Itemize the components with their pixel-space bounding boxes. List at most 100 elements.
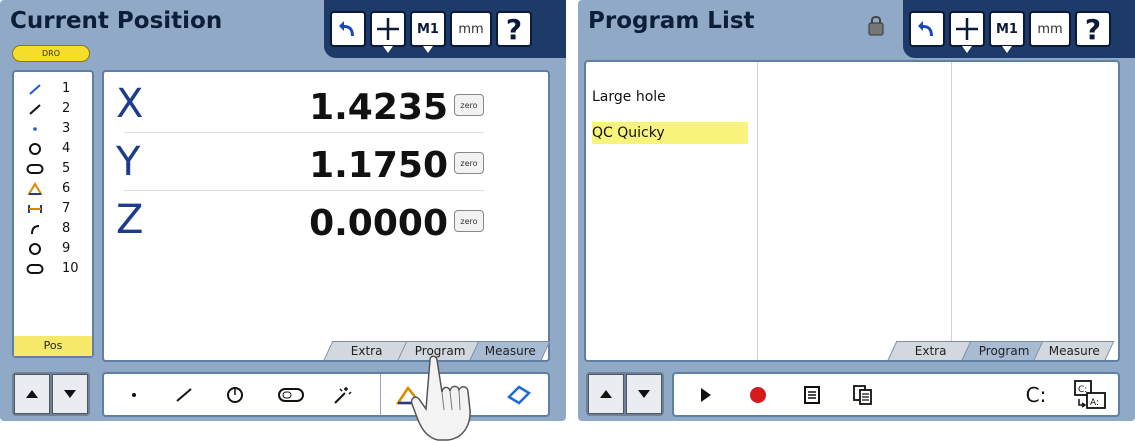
magnification-button[interactable]: M1 [410,11,446,53]
list-item[interactable]: 10 [14,260,94,277]
feature-number: 8 [62,221,71,236]
scroll-down-button[interactable] [52,374,88,414]
zero-label: zero [460,100,478,110]
tab-label: Measure [1048,344,1100,358]
axis-row-y: Y 1.1750 zero [104,138,504,188]
measure-rectangle-button[interactable] [504,375,534,415]
arrow-up-icon [26,390,38,398]
auto-measure-icon [334,386,352,404]
run-program-button[interactable] [694,375,718,415]
axis-letter: Z [116,197,144,243]
list-item[interactable]: 4 [14,140,94,157]
tab-extra[interactable]: Extra [323,341,411,360]
undo-button[interactable] [330,11,366,47]
undo-icon [339,21,354,36]
line-icon [176,387,192,402]
crosshair-icon [377,18,399,40]
pos-tab[interactable]: Pos [14,336,92,356]
units-label: mm [1037,21,1063,37]
program-list-screen: Program List M1 mm ? Large hole QC Quick… [578,0,1135,441]
tab-extra[interactable]: Extra [887,341,975,360]
list-item[interactable]: 6 [14,180,94,197]
caret-icon [383,46,393,53]
feature-number: 7 [62,201,71,216]
program-toolbar: C: C: A: [672,372,1120,417]
list-item[interactable]: 9 [14,240,94,257]
tab-measure[interactable]: Measure [1033,341,1115,360]
feature-number: 6 [62,181,71,196]
point-icon [26,122,44,136]
circle-icon [26,242,44,256]
list-item[interactable]: 1 [14,80,94,97]
list-item[interactable]: 5 [14,160,94,177]
scroll-up-button[interactable] [588,374,624,414]
feature-list[interactable]: 1 2 3 4 5 6 7 8 9 10 Pos [12,70,94,358]
feature-number: 9 [62,241,71,256]
zero-x-button[interactable]: zero [454,94,484,116]
angle-icon [26,181,44,196]
edit-program-button[interactable] [800,375,824,415]
svg-text:A:: A: [1090,398,1099,408]
list-item[interactable]: 2 [14,100,94,117]
list-item[interactable]: Large hole [592,86,748,108]
feature-number: 2 [62,101,71,116]
axis-value: 0.0000 [309,203,448,244]
axis-letter: Y [116,139,141,185]
auto-measure-button[interactable] [330,375,354,415]
axis-row-z: Z 0.0000 zero [104,196,504,246]
caret-icon [962,46,972,53]
magnification-label: M1 [996,21,1018,37]
feature-number: 10 [62,261,79,276]
measure-circle-button[interactable] [222,375,248,415]
dro-panel: X 1.4235 zero Y 1.1750 zero Z 0.0000 zer… [102,70,551,362]
scroll-down-button[interactable] [626,374,662,414]
program-list-panel: Large hole QC Quicky Extra Program Measu… [584,60,1120,362]
drive-label: C: [1025,382,1047,407]
magnification-button[interactable]: M1 [989,11,1025,53]
list-item[interactable]: QC Quicky [592,122,748,144]
current-position-screen: Current Position DRO M1 mm ? 1 2 3 4 5 6… [0,0,566,441]
caret-icon [1002,46,1012,53]
arrow-down-icon [64,390,76,398]
help-label: ? [1084,12,1102,46]
feature-number: 4 [62,141,71,156]
measure-slot-button[interactable] [274,375,308,415]
units-button[interactable]: mm [1029,11,1071,47]
lock-icon [868,16,884,36]
slot-icon [26,162,44,176]
divider [380,374,381,415]
crosshair-button[interactable] [370,11,406,53]
zero-label: zero [460,216,478,226]
dro-badge[interactable]: DRO [12,45,90,62]
mode-tabs: Extra Program Measure [887,341,1115,360]
units-button[interactable]: mm [450,11,492,47]
measure-point-button[interactable] [124,375,144,415]
record-program-button[interactable] [746,375,770,415]
distance-icon [26,202,44,216]
zero-z-button[interactable]: zero [454,210,484,232]
magnification-label: M1 [417,21,439,37]
top-toolbar: M1 mm ? [903,0,1135,58]
scroll-up-button[interactable] [14,374,50,414]
list-item[interactable]: 7 [14,200,94,217]
divider [124,190,484,191]
copy-icon [853,384,872,405]
undo-button[interactable] [909,11,945,47]
arrow-down-icon [638,390,650,398]
measure-line-button[interactable] [172,375,196,415]
help-button[interactable]: ? [1075,11,1111,47]
copy-program-button[interactable] [850,375,876,415]
help-button[interactable]: ? [496,11,532,47]
pointing-hand-icon [410,355,471,441]
zero-y-button[interactable]: zero [454,152,484,174]
arrow-up-icon [600,390,612,398]
transfer-button[interactable]: C: A: [1070,375,1110,415]
axis-value: 1.1750 [309,145,448,186]
axis-letter: X [116,81,144,127]
tab-label: Extra [350,344,383,358]
crosshair-button[interactable] [949,11,985,53]
list-item[interactable]: 8 [14,220,94,237]
edit-icon [804,385,820,404]
slot-icon [278,387,304,402]
list-item[interactable]: 3 [14,120,94,137]
